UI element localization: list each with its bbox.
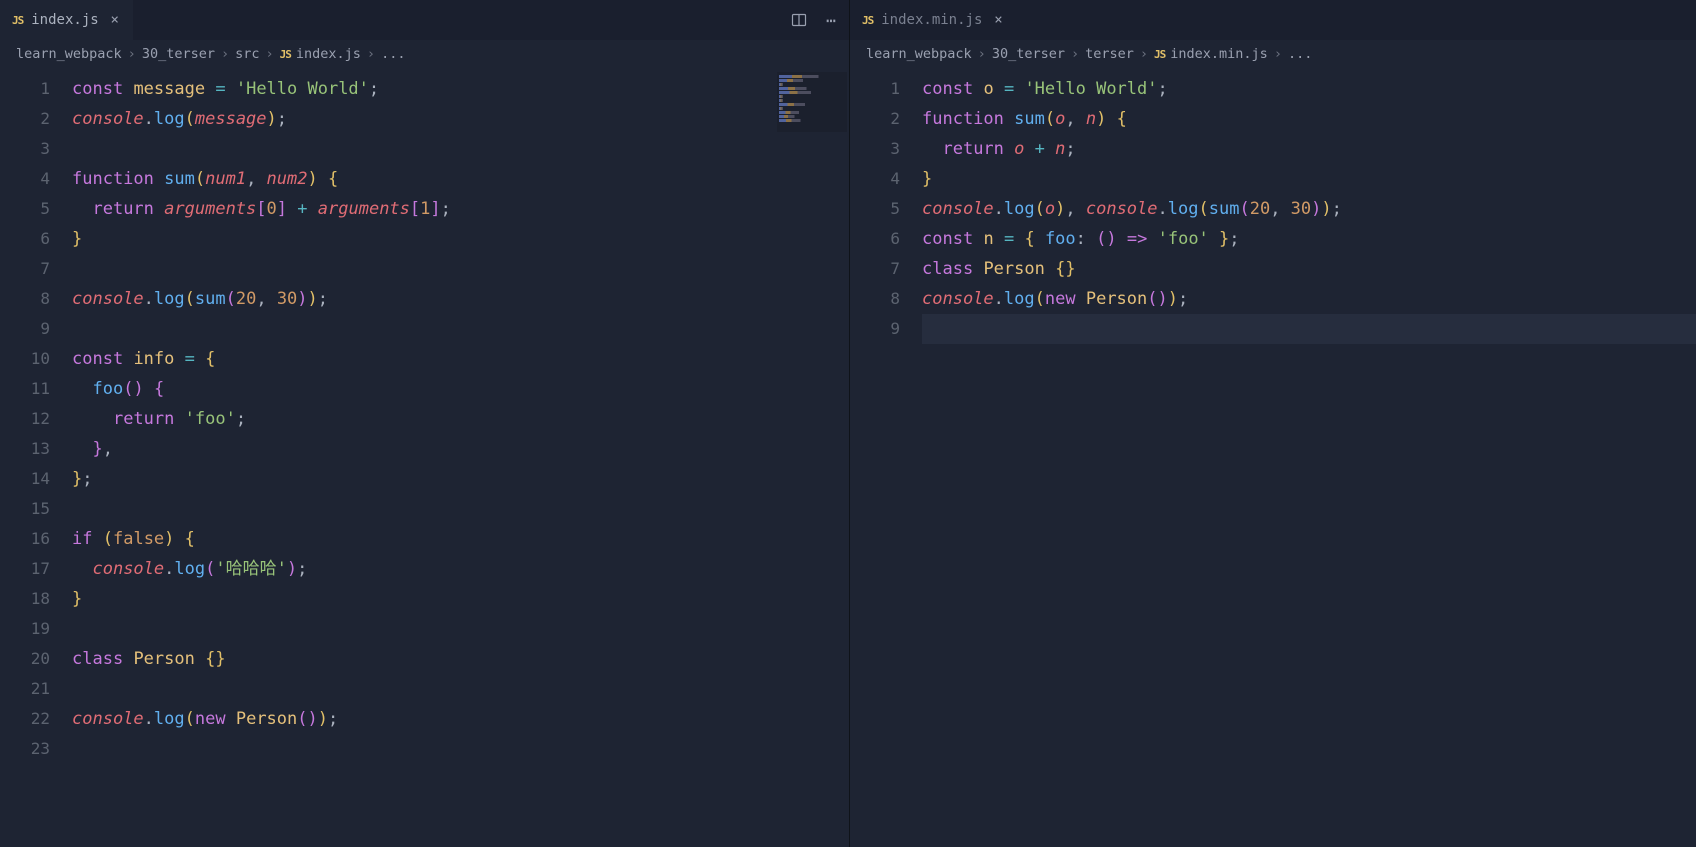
breadcrumb-segment[interactable]: ... bbox=[1288, 46, 1312, 62]
breadcrumb-segment[interactable]: JSindex.min.js bbox=[1154, 46, 1268, 62]
breadcrumb-separator-icon: › bbox=[976, 46, 988, 62]
tab-index-js[interactable]: JS index.js × bbox=[0, 0, 133, 40]
breadcrumb-segment[interactable]: src bbox=[235, 46, 259, 62]
code-editor-left[interactable]: 1234567891011121314151617181920212223 co… bbox=[0, 68, 849, 847]
js-file-icon: JS bbox=[1154, 48, 1165, 61]
breadcrumb-separator-icon: › bbox=[219, 46, 231, 62]
editor-pane-right: JS index.min.js × learn_webpack›30_terse… bbox=[850, 0, 1696, 847]
code-content[interactable]: const message = 'Hello World';console.lo… bbox=[72, 68, 849, 847]
breadcrumb-separator-icon: › bbox=[1138, 46, 1150, 62]
breadcrumb-segment[interactable]: ... bbox=[381, 46, 405, 62]
code-editor-right[interactable]: 123456789 const o = 'Hello World';functi… bbox=[850, 68, 1696, 847]
tab-bar-left: JS index.js × ⋯ bbox=[0, 0, 849, 40]
breadcrumb-segment[interactable]: JSindex.js bbox=[280, 46, 361, 62]
tab-label: index.min.js bbox=[881, 12, 982, 28]
tab-actions-left: ⋯ bbox=[787, 8, 843, 32]
breadcrumb-left[interactable]: learn_webpack›30_terser›src›JSindex.js›.… bbox=[0, 40, 849, 68]
breadcrumb-segment[interactable]: learn_webpack bbox=[16, 46, 122, 62]
more-actions-icon[interactable]: ⋯ bbox=[819, 8, 843, 32]
code-content[interactable]: const o = 'Hello World';function sum(o, … bbox=[922, 68, 1696, 847]
breadcrumb-separator-icon: › bbox=[126, 46, 138, 62]
breadcrumb-separator-icon: › bbox=[365, 46, 377, 62]
line-gutter: 123456789 bbox=[850, 68, 922, 847]
breadcrumb-separator-icon: › bbox=[1272, 46, 1284, 62]
js-file-icon: JS bbox=[862, 14, 873, 27]
js-file-icon: JS bbox=[12, 14, 23, 27]
breadcrumb-right[interactable]: learn_webpack›30_terser›terser›JSindex.m… bbox=[850, 40, 1696, 68]
tab-index-min-js[interactable]: JS index.min.js × bbox=[850, 0, 1016, 40]
close-icon[interactable]: × bbox=[107, 12, 123, 28]
tab-bar-right: JS index.min.js × bbox=[850, 0, 1696, 40]
tab-label: index.js bbox=[31, 12, 98, 28]
split-editor-icon[interactable] bbox=[787, 8, 811, 32]
breadcrumb-segment[interactable]: 30_terser bbox=[142, 46, 215, 62]
close-icon[interactable]: × bbox=[990, 12, 1006, 28]
breadcrumb-separator-icon: › bbox=[1069, 46, 1081, 62]
editor-pane-left: JS index.js × ⋯ learn_webpack›30_terser›… bbox=[0, 0, 850, 847]
js-file-icon: JS bbox=[280, 48, 291, 61]
minimap[interactable] bbox=[777, 72, 847, 132]
breadcrumb-segment[interactable]: terser bbox=[1085, 46, 1134, 62]
breadcrumb-segment[interactable]: 30_terser bbox=[992, 46, 1065, 62]
breadcrumb-segment[interactable]: learn_webpack bbox=[866, 46, 972, 62]
line-gutter: 1234567891011121314151617181920212223 bbox=[0, 68, 72, 847]
breadcrumb-separator-icon: › bbox=[264, 46, 276, 62]
